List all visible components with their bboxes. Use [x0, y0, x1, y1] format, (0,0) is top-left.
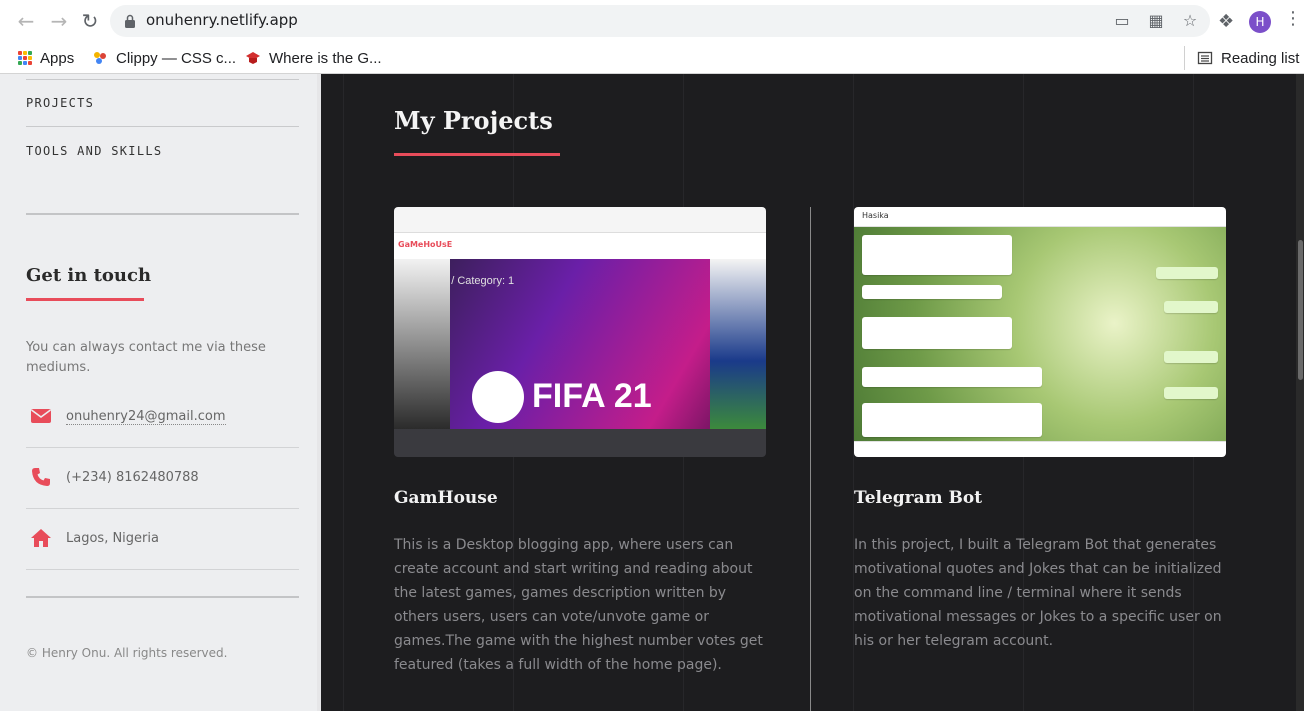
contact-intro: You can always contact me via these medi…: [26, 340, 266, 375]
main-content: My Projects GaMeHoUsE FIFA 2021 / Catego…: [321, 74, 1304, 711]
project-title-gamhouse: GamHouse: [394, 488, 498, 508]
profile-avatar[interactable]: H: [1249, 11, 1271, 33]
thumb-chat-body: [854, 227, 1226, 441]
apps-grid-icon: [18, 51, 32, 65]
bookmark-clippy[interactable]: Clippy — CSS c...: [92, 46, 236, 70]
project-thumbnail-telegram-bot[interactable]: Hasika: [854, 207, 1226, 457]
lock-icon: [125, 14, 135, 28]
nav-link-tools-and-skills[interactable]: TOOLS AND SKILLS: [26, 144, 162, 158]
thumb-side-right: [710, 259, 766, 429]
divider: [26, 126, 299, 127]
bookmark-label: Apps: [40, 49, 75, 67]
thumb-browser-bar: [394, 207, 766, 233]
contact-email: onuhenry24@gmail.com: [26, 387, 299, 448]
thumb-chat-name: Hasika: [862, 211, 889, 220]
envelope-icon: [31, 409, 51, 423]
thumb-brand: GaMeHoUsE: [398, 240, 453, 249]
chat-bubble: [1164, 351, 1218, 363]
sidebar: PROJECTS TOOLS AND SKILLS Get in touch Y…: [0, 74, 321, 711]
thumb-nav: GaMeHoUsE: [394, 233, 766, 259]
project-divider: [810, 207, 811, 711]
chat-bubble: [862, 317, 1012, 349]
thumb-chat-input: [854, 441, 1226, 457]
chat-bubble: [862, 235, 1012, 275]
divider: [26, 596, 299, 598]
nav-link-projects[interactable]: PROJECTS: [26, 96, 94, 110]
project-title-telegram-bot: Telegram Bot: [854, 488, 983, 508]
chat-bubble: [1156, 267, 1218, 279]
project-thumbnail-gamhouse[interactable]: GaMeHoUsE FIFA 2021 / Category: 1 FIFA 2…: [394, 207, 766, 457]
copyright-text: © Henry Onu. All rights reserved.: [26, 646, 228, 660]
url-text: onuhenry.netlify.app: [146, 11, 298, 29]
chat-bubble: [1164, 301, 1218, 313]
clippy-favicon-icon: [94, 52, 106, 64]
menu-dots-icon[interactable]: ⋮: [1284, 10, 1302, 28]
reload-icon[interactable]: ↻: [78, 9, 102, 33]
heading-underline: [26, 298, 144, 301]
contact-location: Lagos, Nigeria: [26, 509, 299, 570]
project-description-gamhouse: This is a Desktop blogging app, where us…: [394, 537, 763, 673]
reading-list-label: Reading list: [1221, 49, 1300, 67]
star-bookmark-icon[interactable]: ☆: [1180, 11, 1200, 31]
thumb-side-left: [394, 259, 450, 429]
bookmark-where-is-the-g[interactable]: Where is the G...: [245, 46, 382, 70]
address-bar[interactable]: onuhenry.netlify.app ▭ ▦ ☆: [110, 5, 1210, 37]
phone-icon: [32, 468, 50, 486]
ea-sports-logo-icon: [472, 371, 524, 423]
cast-icon[interactable]: ▭: [1112, 11, 1132, 31]
contact-phone: (+234) 8162480788: [26, 448, 299, 509]
bookmark-apps[interactable]: Apps: [18, 46, 74, 70]
get-in-touch-heading: Get in touch: [26, 265, 152, 286]
extensions-puzzle-icon[interactable]: ❖: [1218, 11, 1234, 32]
reading-list-icon: [1197, 51, 1213, 65]
section-title: My Projects: [394, 106, 553, 135]
scrollbar-track[interactable]: [1296, 74, 1304, 711]
email-link[interactable]: onuhenry24@gmail.com: [66, 409, 226, 425]
graduation-cap-favicon-icon: [246, 52, 260, 64]
location-text: Lagos, Nigeria: [66, 531, 159, 546]
divider: [26, 79, 299, 80]
home-icon: [31, 529, 51, 547]
reading-list-button[interactable]: Reading list: [1184, 46, 1299, 70]
project-description-telegram-bot: In this project, I built a Telegram Bot …: [854, 537, 1222, 649]
chat-bubble: [862, 285, 1002, 299]
section-title-underline: [394, 153, 560, 156]
bookmark-label: Clippy — CSS c...: [116, 49, 237, 67]
grid-line: [343, 74, 344, 711]
bookmark-label: Where is the G...: [269, 49, 382, 67]
forward-arrow-icon[interactable]: →: [47, 9, 71, 33]
browser-chrome: ← → ↻ onuhenry.netlify.app ▭ ▦ ☆ ❖ H ⋮ A…: [0, 0, 1304, 74]
scrollbar-thumb[interactable]: [1298, 240, 1303, 380]
divider: [26, 213, 299, 215]
back-arrow-icon[interactable]: ←: [14, 9, 38, 33]
chat-bubble: [1164, 387, 1218, 399]
bookmarks-bar: Apps Clippy — CSS c... Where is the G...: [0, 42, 1304, 74]
thumb-chat-header: Hasika: [854, 207, 1226, 227]
thumb-footer: [394, 429, 766, 457]
qr-code-icon[interactable]: ▦: [1146, 11, 1166, 31]
phone-number: (+234) 8162480788: [66, 470, 199, 485]
thumb-hero-text: FIFA 21: [532, 377, 652, 415]
chat-bubble: [862, 367, 1042, 387]
browser-toolbar: ← → ↻ onuhenry.netlify.app ▭ ▦ ☆ ❖ H ⋮: [0, 0, 1304, 42]
chat-bubble: [862, 403, 1042, 437]
